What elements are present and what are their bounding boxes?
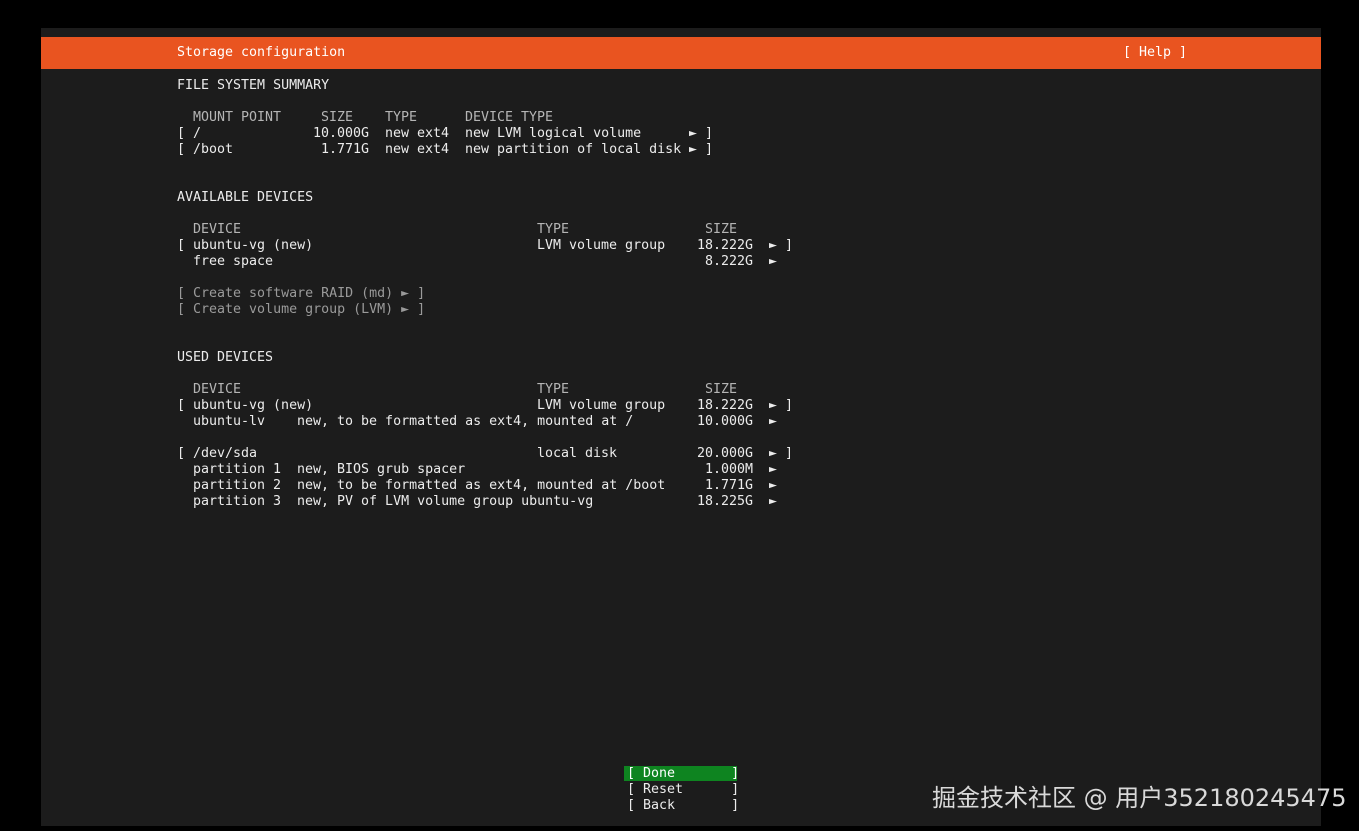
device-name: free space: [193, 254, 274, 269]
arrow-right-icon[interactable]: ►: [769, 414, 777, 430]
device-size: 18.222G: [697, 398, 754, 413]
page-title: Storage configuration: [177, 45, 346, 60]
arrow-right-icon[interactable]: ►: [689, 126, 697, 142]
reset-button[interactable]: [ Reset ]: [627, 782, 739, 798]
size: 1.771G: [321, 142, 370, 157]
bracket-close: ]: [705, 142, 714, 157]
device-size: 1.000M: [705, 462, 754, 477]
fs-type: new ext4: [385, 142, 450, 157]
device-name: ubuntu-vg (new): [193, 398, 314, 413]
size: 10.000G: [313, 126, 370, 141]
col-mount-point: MOUNT POINT: [193, 110, 282, 125]
device-size: 18.222G: [697, 238, 754, 253]
col-type: TYPE: [385, 110, 418, 125]
device-type: new partition of local disk: [465, 142, 682, 157]
fs-type: new ext4: [385, 126, 450, 141]
bracket-open: [: [177, 238, 186, 253]
device-size: 1.771G: [705, 478, 754, 493]
device-type: LVM volume group: [537, 398, 666, 413]
device-type: LVM volume group: [537, 238, 666, 253]
device-name: ubuntu-lv: [193, 414, 266, 429]
arrow-right-icon[interactable]: ►: [769, 462, 777, 478]
device-type: new LVM logical volume: [465, 126, 642, 141]
arrow-right-icon[interactable]: ►: [689, 142, 697, 158]
device-name: /dev/sda: [193, 446, 258, 461]
col-device: DEVICE: [193, 382, 242, 397]
device-type: local disk: [537, 446, 618, 461]
available-devices-heading: AVAILABLE DEVICES: [177, 190, 314, 205]
arrow-right-icon[interactable]: ►: [769, 398, 777, 414]
device-size: 10.000G: [697, 414, 754, 429]
arrow-right-icon[interactable]: ►: [769, 478, 777, 494]
bracket-close: ]: [785, 446, 794, 461]
bracket-close: ]: [785, 238, 794, 253]
device-name: partition 2: [193, 478, 282, 493]
back-button[interactable]: [ Back ]: [627, 798, 739, 814]
create-raid-button[interactable]: [ Create software RAID (md) ► ]: [177, 286, 425, 302]
device-name: ubuntu-vg (new): [193, 238, 314, 253]
device-description: new, to be formatted as ext4, mounted at…: [297, 414, 634, 429]
device-description: new, PV of LVM volume group ubuntu-vg: [297, 494, 594, 509]
bracket-close: ]: [785, 398, 794, 413]
fs-summary-heading: FILE SYSTEM SUMMARY: [177, 78, 330, 93]
mount-point: /: [193, 126, 202, 141]
arrow-right-icon[interactable]: ►: [769, 254, 777, 270]
device-size: 8.222G: [705, 254, 754, 269]
device-size: 20.000G: [697, 446, 754, 461]
col-device: DEVICE: [193, 222, 242, 237]
device-description: new, to be formatted as ext4, mounted at…: [297, 478, 666, 493]
col-type: TYPE: [537, 382, 570, 397]
col-size: SIZE: [321, 110, 354, 125]
mount-point: /boot: [193, 142, 234, 157]
device-name: partition 1: [193, 462, 282, 477]
help-button[interactable]: [ Help ]: [1123, 45, 1187, 61]
device-description: new, BIOS grub spacer: [297, 462, 466, 477]
col-size: SIZE: [705, 382, 738, 397]
used-devices-heading: USED DEVICES: [177, 350, 274, 365]
bracket-close: ]: [705, 126, 714, 141]
col-type: TYPE: [537, 222, 570, 237]
arrow-right-icon[interactable]: ►: [769, 238, 777, 254]
bracket-open: [: [177, 126, 186, 141]
col-size: SIZE: [705, 222, 738, 237]
device-size: 18.225G: [697, 494, 754, 509]
col-device-type: DEVICE TYPE: [465, 110, 554, 125]
arrow-right-icon[interactable]: ►: [769, 446, 777, 462]
bracket-open: [: [177, 446, 186, 461]
bracket-open: [: [177, 142, 186, 157]
create-volume-group-button[interactable]: [ Create volume group (LVM) ► ]: [177, 302, 425, 318]
watermark: 掘金技术社区 @ 用户352180245475: [932, 784, 1347, 812]
bracket-open: [: [177, 398, 186, 413]
done-button[interactable]: [ Done ]: [627, 766, 739, 782]
device-name: partition 3: [193, 494, 282, 509]
arrow-right-icon[interactable]: ►: [769, 494, 777, 510]
